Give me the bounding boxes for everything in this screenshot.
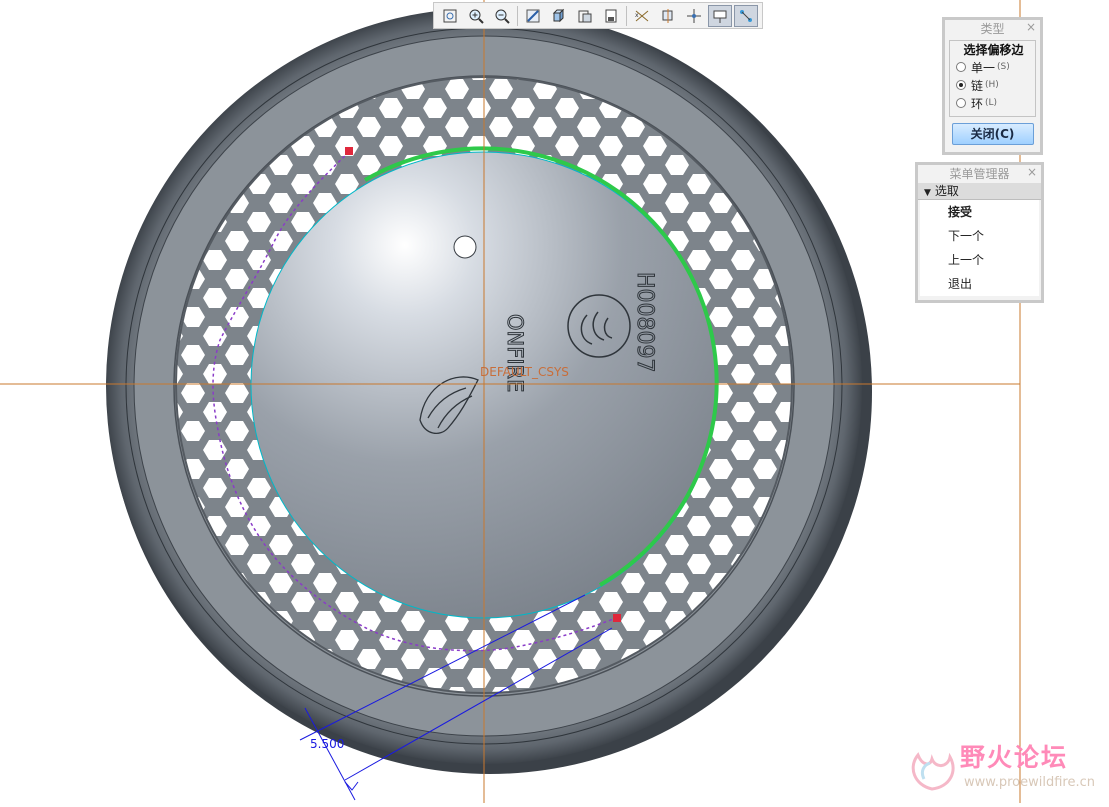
chain-end-marker <box>613 614 621 622</box>
refit-icon[interactable] <box>438 5 462 27</box>
hotkey-label: (S) <box>997 62 1010 72</box>
menu-item-previous[interactable]: 上一个 <box>920 248 1039 272</box>
radio-single[interactable]: 单一 (S) <box>956 58 1031 76</box>
hotkey-label: (L) <box>985 98 998 108</box>
close-button[interactable]: 关闭(C) <box>951 123 1034 145</box>
csys-label: DEFAULT_CSYS <box>480 365 569 379</box>
view-toolbar: x <box>433 2 763 29</box>
dimension-value: 5.500 <box>310 737 344 751</box>
radio-label: 环 <box>971 96 984 111</box>
watermark-url: www.proewildfire.cn <box>964 775 1095 790</box>
part-number-text: H008097 <box>632 272 657 373</box>
radio-button[interactable] <box>956 98 966 108</box>
menu-manager-panel: 菜单管理器 × ▼ 选取 接受 下一个 上一个 退出 <box>915 162 1044 303</box>
toolbar-separator <box>626 5 627 26</box>
menu-section-select[interactable]: ▼ 选取 <box>918 183 1041 200</box>
menu-item-next[interactable]: 下一个 <box>920 224 1039 248</box>
hotkey-label: (H) <box>985 80 999 90</box>
radio-label: 链 <box>971 78 984 93</box>
radio-label: 单一 <box>971 60 996 75</box>
close-icon[interactable]: × <box>1027 165 1037 179</box>
menu-item-quit[interactable]: 退出 <box>920 272 1039 296</box>
radio-loop[interactable]: 环 (L) <box>956 94 1031 112</box>
vent-hole <box>453 235 477 259</box>
chain-start-marker <box>345 147 353 155</box>
display-style-icon[interactable] <box>547 5 571 27</box>
csys-display-icon[interactable] <box>708 4 732 27</box>
offset-type-panel: 类型 × 选择偏移边 单一 (S) 链 (H) 环 (L) 关闭(C) <box>942 17 1043 155</box>
svg-text:x: x <box>635 12 639 19</box>
forum-watermark: 野火论坛 www.proewildfire.cn <box>900 735 1105 800</box>
layers-icon[interactable] <box>599 5 623 27</box>
menu-section-label: 选取 <box>934 184 959 198</box>
brand-text: ONFIRE <box>503 314 527 392</box>
menu-list: 接受 下一个 上一个 退出 <box>920 200 1039 296</box>
radio-chain[interactable]: 链 (H) <box>956 76 1031 94</box>
datum-planes-icon[interactable]: x <box>630 5 654 27</box>
group-label: 选择偏移边 <box>963 43 1024 57</box>
radio-button[interactable] <box>956 80 966 90</box>
repaint-icon[interactable] <box>521 5 545 27</box>
datum-axes-icon[interactable] <box>656 5 680 27</box>
panel-title: 菜单管理器 <box>949 167 1010 181</box>
offset-edge-group: 选择偏移边 单一 (S) 链 (H) 环 (L) <box>949 40 1036 117</box>
toolbar-separator <box>517 5 518 26</box>
radio-button[interactable] <box>956 62 966 72</box>
close-icon[interactable]: × <box>1026 20 1036 34</box>
zoom-in-icon[interactable] <box>464 5 488 27</box>
annotation-display-icon[interactable] <box>734 4 758 27</box>
watermark-title: 野火论坛 <box>960 743 1069 772</box>
saved-views-icon[interactable] <box>573 5 597 27</box>
menu-item-accept[interactable]: 接受 <box>920 200 1039 224</box>
zoom-out-icon[interactable] <box>490 5 514 27</box>
flame-logo-icon <box>911 752 955 791</box>
datum-points-icon[interactable] <box>682 5 706 27</box>
triangle-down-icon: ▼ <box>924 188 931 198</box>
